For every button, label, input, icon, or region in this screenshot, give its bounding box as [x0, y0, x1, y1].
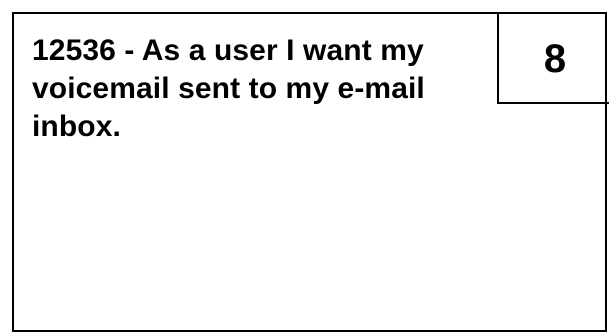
story-points-box: 8: [497, 12, 609, 104]
story-title: 12536 - As a user I want my voicemail se…: [32, 34, 425, 143]
story-card: 12536 - As a user I want my voicemail se…: [12, 12, 609, 332]
story-points: 8: [543, 37, 567, 81]
